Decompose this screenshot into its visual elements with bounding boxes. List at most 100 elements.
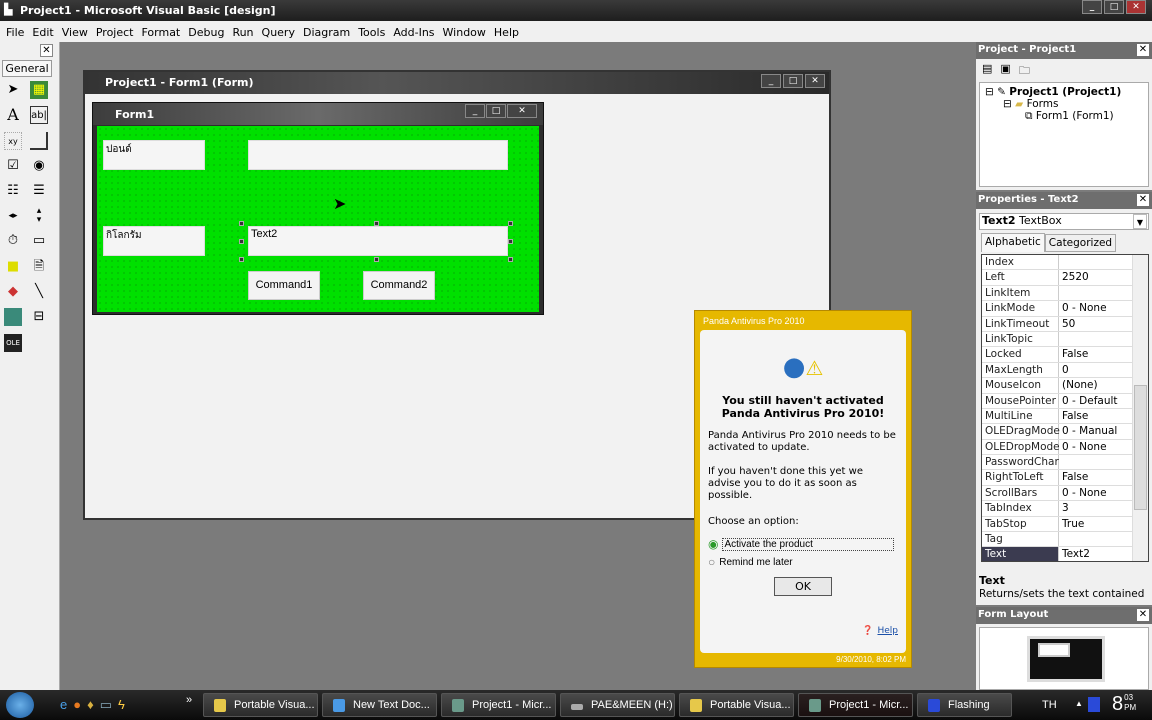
property-value[interactable]: False	[1059, 470, 1129, 484]
optionbutton-icon[interactable]: ◉	[30, 157, 48, 175]
show-desktop-icon[interactable]: ▭	[100, 697, 112, 713]
menu-edit[interactable]: Edit	[32, 26, 53, 42]
resize-handle[interactable]	[508, 257, 513, 262]
property-value[interactable]	[1059, 455, 1129, 469]
start-button[interactable]	[6, 692, 34, 718]
chevron-down-icon[interactable]: ▼	[1133, 214, 1147, 229]
text1-textbox[interactable]	[248, 140, 508, 170]
menu-tools[interactable]: Tools	[358, 26, 385, 42]
menu-diagram[interactable]: Diagram	[303, 26, 350, 42]
property-row[interactable]: LinkItem	[982, 285, 1148, 302]
menu-query[interactable]: Query	[262, 26, 295, 42]
property-row[interactable]: Tag	[982, 532, 1148, 548]
property-value[interactable]: 50	[1059, 317, 1129, 331]
resize-handle[interactable]	[239, 239, 244, 244]
menu-add-ins[interactable]: Add-Ins	[393, 26, 434, 42]
property-value[interactable]: 0 - Default	[1059, 394, 1129, 408]
properties-close-button[interactable]: ✕	[1137, 194, 1149, 206]
menu-file[interactable]: File	[6, 26, 24, 42]
command2-button[interactable]: Command2	[363, 271, 435, 300]
label-kilogram[interactable]: กิโลกรัม	[103, 226, 205, 256]
property-value[interactable]: True	[1059, 517, 1129, 531]
taskbar-item-active[interactable]: Project1 - Micr...	[798, 693, 913, 717]
property-value[interactable]: 0	[1059, 363, 1129, 377]
command1-button[interactable]: Command1	[248, 271, 320, 300]
ok-button[interactable]: OK	[774, 577, 832, 596]
form1-maximize-button[interactable]: □	[486, 104, 506, 118]
property-row[interactable]: MultiLine False	[982, 408, 1148, 425]
form-position-thumbnail[interactable]	[1038, 643, 1070, 657]
drivelistbox-icon[interactable]: ▭	[30, 232, 48, 250]
property-value[interactable]	[1059, 255, 1129, 269]
language-indicator[interactable]: TH	[1042, 699, 1057, 711]
tree-node-forms[interactable]: ⊟ ▰ Forms	[985, 98, 1143, 110]
form1-minimize-button[interactable]: _	[465, 104, 485, 118]
property-row[interactable]: MousePointer 0 - Default	[982, 393, 1148, 409]
line-icon[interactable]: ╲	[30, 283, 48, 301]
tree-node-project[interactable]: ⊟ ✎ Project1 (Project1)	[985, 86, 1143, 98]
vscrollbar-icon[interactable]: ▴ ▾	[30, 207, 48, 225]
property-value[interactable]: False	[1059, 409, 1129, 423]
property-row[interactable]: LinkMode 0 - None	[982, 301, 1148, 317]
text2-textbox[interactable]: Text2	[248, 226, 508, 256]
property-value[interactable]: False	[1059, 347, 1129, 361]
view-code-icon[interactable]: ▤	[982, 62, 992, 78]
taskbar-item[interactable]: New Text Doc...	[322, 693, 437, 717]
property-row[interactable]: TabStop True	[982, 516, 1148, 533]
tray-app-icon[interactable]	[1088, 697, 1100, 712]
property-row[interactable]: TabIndex 3	[982, 501, 1148, 517]
designer-maximize-button[interactable]: □	[783, 74, 803, 88]
toggle-folders-icon[interactable]: 🗀	[1019, 62, 1030, 78]
property-row[interactable]: MaxLength 0	[982, 362, 1148, 379]
data-icon[interactable]: ⊟	[30, 308, 48, 326]
designer-minimize-button[interactable]: _	[761, 74, 781, 88]
taskbar-item[interactable]: Flashing	[917, 693, 1012, 717]
object-selector[interactable]: Text2 TextBox ▼	[979, 213, 1149, 230]
property-value[interactable]: 0 - None	[1059, 301, 1129, 315]
toolbox-tab-general[interactable]: General	[2, 60, 52, 77]
pointer-icon[interactable]: ➤	[4, 81, 22, 99]
timer-icon[interactable]: ⏱	[4, 232, 22, 250]
toolbox-close-button[interactable]: ✕	[40, 44, 53, 57]
dirlistbox-icon[interactable]: ■	[4, 258, 22, 276]
menu-window[interactable]: Window	[443, 26, 486, 42]
minimize-button[interactable]: _	[1082, 0, 1102, 14]
app-icon[interactable]: ♦	[87, 697, 94, 713]
ie-icon[interactable]: e	[60, 697, 67, 713]
tree-node-form1[interactable]: ⧉ Form1 (Form1)	[985, 110, 1143, 123]
menu-format[interactable]: Format	[141, 26, 180, 42]
option-activate-radio[interactable]: ◉ Activate the product	[708, 537, 898, 551]
property-row[interactable]: OLEDropMode 0 - None	[982, 439, 1148, 456]
commandbutton-icon[interactable]	[30, 132, 48, 150]
taskbar-item[interactable]: Portable Visua...	[203, 693, 318, 717]
property-row[interactable]: ScrollBars 0 - None	[982, 485, 1148, 502]
checkbox-icon[interactable]: ☑	[4, 157, 22, 175]
taskbar-item[interactable]: Portable Visua...	[679, 693, 794, 717]
property-value[interactable]: 0 - None	[1059, 486, 1129, 500]
scrollbar-thumb[interactable]	[1134, 385, 1147, 510]
combobox-icon[interactable]: ☷	[4, 182, 22, 200]
tab-categorized[interactable]: Categorized	[1044, 234, 1117, 252]
property-row[interactable]: Locked False	[982, 347, 1148, 363]
label-pound[interactable]: ปอนด์	[103, 140, 205, 170]
menu-debug[interactable]: Debug	[188, 26, 224, 42]
clock[interactable]: 8 03 PM	[1112, 693, 1136, 716]
property-value[interactable]: (None)	[1059, 378, 1129, 392]
more-quicklaunch-icon[interactable]: »	[186, 694, 192, 706]
image-icon[interactable]	[4, 308, 22, 326]
option-remind-radio[interactable]: ○ Remind me later	[708, 555, 898, 569]
label-icon[interactable]: A	[4, 106, 22, 124]
property-value[interactable]: 2520	[1059, 270, 1129, 284]
ole-icon[interactable]: OLE	[4, 334, 22, 352]
hscrollbar-icon[interactable]: ◂▸	[4, 207, 22, 225]
project-close-button[interactable]: ✕	[1137, 44, 1149, 56]
listbox-icon[interactable]: ☰	[30, 182, 48, 200]
menu-help[interactable]: Help	[494, 26, 519, 42]
form1-canvas[interactable]: ปอนด์ กิโลกรัม Text2 Command1 Command2 ➤	[97, 126, 539, 312]
maximize-button[interactable]: □	[1104, 0, 1124, 14]
property-row[interactable]: OLEDragMode 0 - Manual	[982, 424, 1148, 440]
property-value[interactable]: 3	[1059, 501, 1129, 515]
menu-project[interactable]: Project	[96, 26, 134, 42]
property-value[interactable]	[1059, 332, 1129, 346]
filelistbox-icon[interactable]: 🗎	[30, 258, 48, 276]
